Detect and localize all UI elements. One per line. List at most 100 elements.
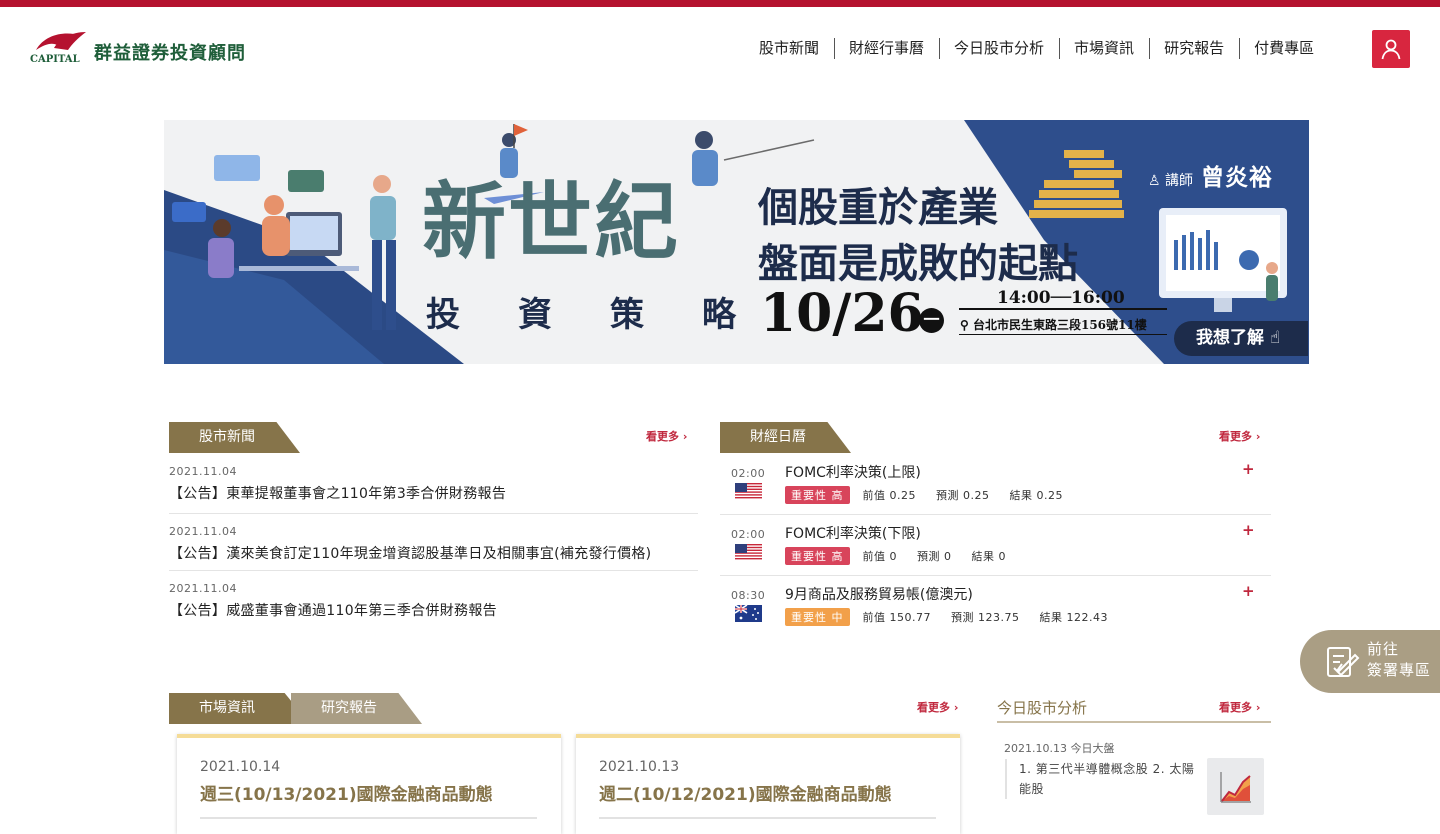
svg-text:CAPITAL: CAPITAL (30, 54, 80, 64)
user-icon (1381, 39, 1401, 60)
importance-badge: 重要性 高 (785, 486, 850, 504)
banner-subtitle: 投資策略 (426, 295, 794, 335)
news-divider (169, 513, 698, 514)
market-card[interactable]: 2021.10.14 週三(10/13/2021)國際金融商品動態 (177, 734, 561, 834)
news-date: 2021.11.04 (169, 525, 237, 538)
analysis-underline (997, 721, 1271, 723)
float-label-line-2: 簽署專區 (1367, 661, 1432, 679)
expand-plus-icon[interactable]: + (1242, 582, 1255, 600)
card-date: 2021.10.14 (200, 759, 281, 775)
banner-date: 10/26 (760, 283, 924, 344)
news-item[interactable]: 2021.11.04 【公告】威盛董事會通過110年第三季合併財務報告 (169, 582, 698, 620)
expand-plus-icon[interactable]: + (1242, 521, 1255, 539)
news-title[interactable]: 【公告】威盛董事會通過110年第三季合併財務報告 (169, 600, 698, 620)
us-flag-icon (735, 544, 762, 561)
calendar-event[interactable]: 02:00 FOMC利率決策(上限) 重要性 高 前值 0.25 預測 0.25… (720, 460, 1271, 517)
card-title[interactable]: 週二(10/12/2021)國際金融商品動態 (599, 780, 892, 805)
nav-stock-news[interactable]: 股市新聞 (744, 37, 834, 60)
tab-finance-calendar[interactable]: 財經日曆 (720, 422, 851, 453)
market-more-link[interactable]: 看更多 › (917, 699, 958, 715)
nav-today-analysis[interactable]: 今日股市分析 (939, 37, 1059, 60)
au-flag-icon (735, 605, 762, 622)
speaker-label: 講師 (1165, 173, 1194, 189)
event-result: 結果 122.43 (1039, 611, 1108, 624)
card-divider (200, 817, 537, 819)
analysis-date: 2021.10.13 今日大盤 (1004, 742, 1115, 755)
calendar-more-link[interactable]: 看更多 › (1219, 428, 1260, 444)
us-flag-icon (735, 483, 762, 500)
expand-plus-icon[interactable]: + (1242, 460, 1255, 478)
nav-paid-zone[interactable]: 付費專區 (1239, 37, 1329, 60)
tab-market-info[interactable]: 市場資訊 (169, 693, 310, 724)
banner-title: 新世紀 (422, 172, 681, 271)
nav-market-info[interactable]: 市場資訊 (1059, 37, 1149, 60)
event-prev: 前值 0.25 (862, 489, 916, 502)
news-date: 2021.11.04 (169, 465, 237, 478)
calendar-divider (720, 514, 1271, 515)
chart-up-icon (1220, 772, 1251, 803)
news-item[interactable]: 2021.11.04 【公告】漢來美食訂定110年現金增資認股基準日及相關事宜(… (169, 525, 698, 563)
sign-zone-float-button[interactable]: 前往 簽署專區 (1300, 630, 1440, 693)
banner-headline-2: 盤面是成敗的起點 (758, 240, 1078, 287)
event-values: 重要性 高 前值 0.25 預測 0.25 結果 0.25 (785, 486, 1083, 504)
capital-logo-mark: CAPITAL (30, 30, 88, 65)
event-result: 結果 0 (971, 550, 1006, 563)
hand-pointer-icon: ☝ (1269, 328, 1281, 348)
event-time: 08:30 (731, 589, 766, 602)
banner-speaker: ♙ 講師 曾炎裕 (1148, 158, 1273, 192)
event-title: FOMC利率決策(下限) (785, 526, 921, 542)
analysis-title: 今日股市分析 (997, 699, 1088, 717)
market-card[interactable]: 2021.10.13 週二(10/12/2021)國際金融商品動態 (576, 734, 960, 834)
banner-address-text: 台北市民生東路三段156號11樓 (972, 318, 1147, 332)
news-title[interactable]: 【公告】東華提報董事會之110年第3季合併財務報告 (169, 483, 698, 503)
event-forecast: 預測 123.75 (951, 611, 1020, 624)
news-divider (169, 570, 698, 571)
banner-headline-1: 個股重於產業 (758, 184, 998, 231)
event-title: 9月商品及服務貿易帳(億澳元) (785, 587, 973, 603)
event-values: 重要性 高 前值 0 預測 0 結果 0 (785, 547, 1026, 565)
event-forecast: 預測 0 (917, 550, 952, 563)
event-title: FOMC利率決策(上限) (785, 465, 921, 481)
logo-text: 群益證券投資顧問 (94, 43, 246, 64)
speaker-name: 曾炎裕 (1201, 165, 1274, 191)
banner-address-underline (959, 334, 1167, 335)
banner-address: ⚲ 台北市民生東路三段156號11樓 (960, 316, 1147, 333)
speaker-icon: ♙ (1148, 173, 1161, 189)
news-date: 2021.11.04 (169, 582, 237, 595)
user-login-button[interactable] (1372, 30, 1410, 68)
banner-cta-label: 我想了解 (1196, 328, 1264, 348)
news-title[interactable]: 【公告】漢來美食訂定110年現金增資認股基準日及相關事宜(補充發行價格) (169, 543, 698, 563)
event-time: 02:00 (731, 467, 766, 480)
banner-time-underline (959, 308, 1167, 310)
float-label-line-1: 前往 (1367, 640, 1400, 658)
event-values: 重要性 中 前值 150.77 預測 123.75 結果 122.43 (785, 608, 1128, 626)
event-prev: 前值 150.77 (862, 611, 931, 624)
logo[interactable]: CAPITAL 群益證券投資顧問 (30, 29, 246, 65)
nav-finance-calendar[interactable]: 財經行事曆 (834, 37, 939, 60)
event-time: 02:00 (731, 528, 766, 541)
banner-time: 14:00──16:00 (997, 288, 1125, 308)
nav-research-report[interactable]: 研究報告 (1149, 37, 1239, 60)
banner-learn-more-button[interactable]: 我想了解 ☝ (1174, 321, 1308, 356)
importance-badge: 重要性 高 (785, 547, 850, 565)
event-forecast: 預測 0.25 (936, 489, 990, 502)
news-more-link[interactable]: 看更多 › (646, 428, 687, 444)
importance-badge: 重要性 中 (785, 608, 850, 626)
news-item[interactable]: 2021.11.04 【公告】東華提報董事會之110年第3季合併財務報告 (169, 465, 698, 503)
analysis-thumbnail[interactable] (1207, 758, 1264, 815)
promo-banner[interactable]: 新世紀 投資策略 個股重於產業 盤面是成敗的起點 10/26 一 14:00──… (164, 120, 1309, 364)
event-result: 結果 0.25 (1009, 489, 1063, 502)
banner-weekday: 一 (919, 308, 944, 333)
document-sign-icon (1327, 647, 1360, 677)
analysis-more-link[interactable]: 看更多 › (1219, 699, 1260, 715)
tab-research-report[interactable]: 研究報告 (291, 693, 422, 724)
card-title[interactable]: 週三(10/13/2021)國際金融商品動態 (200, 780, 493, 805)
card-divider (599, 817, 936, 819)
tab-stock-news[interactable]: 股市新聞 (169, 422, 300, 453)
event-prev: 前值 0 (862, 550, 897, 563)
analysis-body[interactable]: 1. 第三代半導體概念股 2. 太陽能股 (1005, 759, 1195, 799)
location-pin-icon: ⚲ (960, 318, 969, 332)
calendar-event[interactable]: 08:30 9月商品及服務貿易帳(億澳元) 重要性 中 前值 150.77 預測… (720, 582, 1271, 639)
calendar-event[interactable]: 02:00 FOMC利率決策(下限) 重要性 高 前值 0 預測 0 結果 0 … (720, 521, 1271, 578)
calendar-divider (720, 575, 1271, 576)
